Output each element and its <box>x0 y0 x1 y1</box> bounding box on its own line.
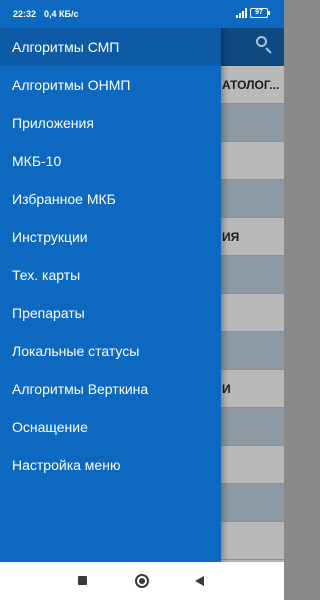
drawer-item[interactable]: Локальные статусы <box>0 332 221 370</box>
recent-apps-icon[interactable] <box>78 576 87 585</box>
drawer-item[interactable]: Избранное МКБ <box>0 180 221 218</box>
drawer-item[interactable]: Оснащение <box>0 408 221 446</box>
drawer-item[interactable]: Инструкции <box>0 218 221 256</box>
search-icon[interactable] <box>254 34 276 56</box>
status-bar: 22:32 0,4 КБ/с 97 <box>0 0 284 28</box>
drawer-item[interactable]: Алгоритмы Верткина <box>0 370 221 408</box>
status-time: 22:32 <box>13 9 37 19</box>
drawer-item[interactable]: Алгоритмы ОНМП <box>0 66 221 104</box>
navigation-drawer: Алгоритмы СМП Алгоритмы ОНМП Приложения МКБ… <box>0 0 221 562</box>
background-row-text: АТОЛОГ... <box>222 78 280 92</box>
status-network-speed: 0,4 КБ/с <box>44 9 79 19</box>
drawer-menu: Алгоритмы СМП Алгоритмы ОНМП Приложения МКБ… <box>0 28 221 484</box>
drawer-item[interactable]: МКБ-10 <box>0 142 221 180</box>
drawer-item[interactable]: Настройка меню <box>0 446 221 484</box>
drawer-item[interactable]: Алгоритмы СМП <box>0 28 221 66</box>
background-row-text: ИЯ <box>222 230 240 244</box>
signal-icon <box>236 8 248 18</box>
home-icon[interactable] <box>135 574 149 588</box>
back-icon[interactable] <box>195 576 204 586</box>
battery-icon: 97 <box>250 8 270 18</box>
drawer-item[interactable]: Тех. карты <box>0 256 221 294</box>
drawer-item[interactable]: Приложения <box>0 104 221 142</box>
background-row-text: И <box>222 382 231 396</box>
system-nav-bar <box>0 562 284 600</box>
drawer-item[interactable]: Препараты <box>0 294 221 332</box>
